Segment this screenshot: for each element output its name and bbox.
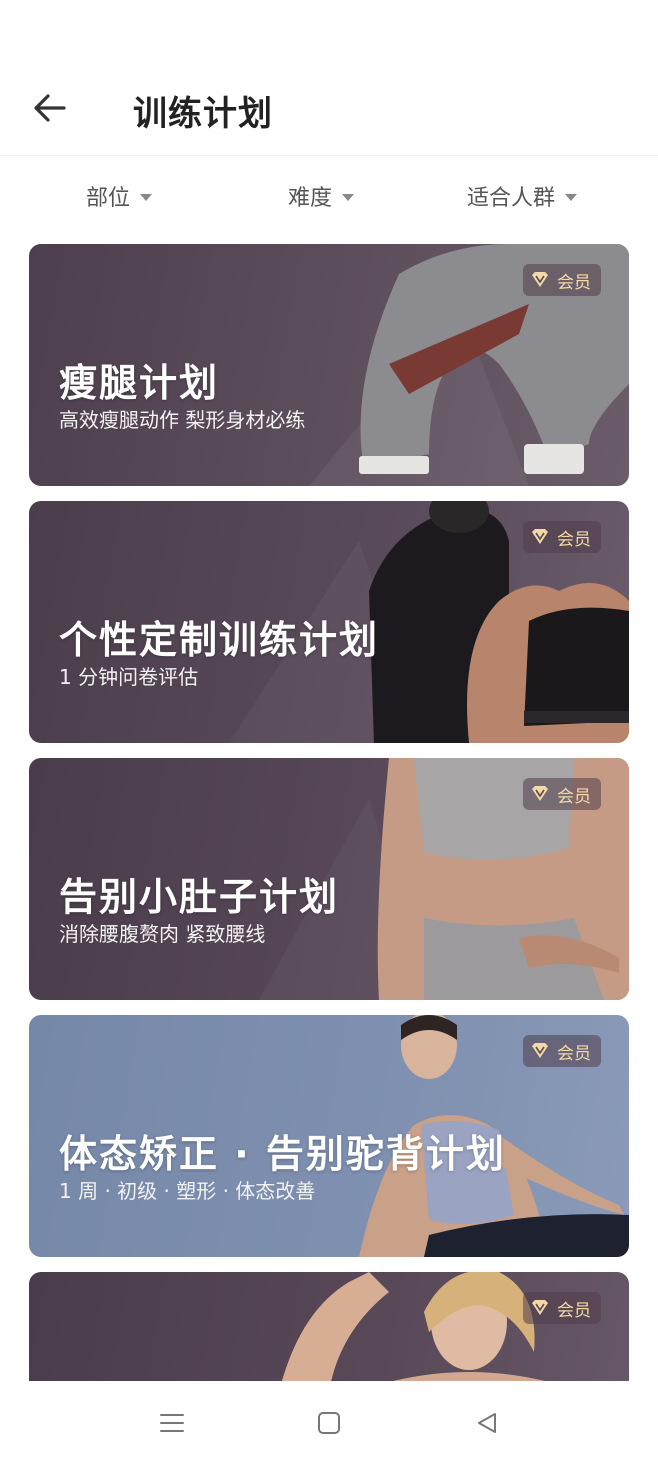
plan-card-slim-legs[interactable]: 会员 瘦腿计划 高效瘦腿动作 梨形身材必练 bbox=[29, 244, 629, 486]
plan-card-more[interactable]: 会员 bbox=[29, 1272, 629, 1381]
filter-label: 难度 bbox=[288, 186, 333, 211]
square-home-icon bbox=[318, 1412, 340, 1434]
card-title: 体态矫正 · 告别驼背计划 bbox=[59, 1132, 506, 1176]
arrow-left-icon bbox=[34, 94, 66, 122]
vip-label: 会员 bbox=[557, 1300, 591, 1321]
card-title: 瘦腿计划 bbox=[59, 361, 220, 405]
menu-button[interactable] bbox=[152, 1403, 192, 1443]
diamond-icon bbox=[532, 1300, 548, 1315]
training-plan-screen: 训练计划 部位 难度 适合人群 会员 瘦腿计划 高效瘦腿动作 梨形身材必练 会员… bbox=[0, 0, 658, 1462]
vip-badge: 会员 bbox=[523, 264, 601, 296]
diamond-icon bbox=[532, 786, 548, 801]
plan-list: 会员 瘦腿计划 高效瘦腿动作 梨形身材必练 会员 个性定制训练计划 1 分钟问卷… bbox=[29, 244, 629, 1381]
card-subtitle: 1 分钟问卷评估 bbox=[59, 665, 199, 689]
plan-card-custom[interactable]: 会员 个性定制训练计划 1 分钟问卷评估 bbox=[29, 501, 629, 743]
filter-label: 部位 bbox=[86, 186, 131, 211]
caret-down-icon bbox=[342, 193, 355, 201]
plan-card-belly[interactable]: 会员 告别小肚子计划 消除腰腹赘肉 紧致腰线 bbox=[29, 758, 629, 1000]
card-title: 告别小肚子计划 bbox=[59, 875, 340, 919]
vip-label: 会员 bbox=[557, 1043, 591, 1064]
filter-body-part[interactable]: 部位 bbox=[86, 176, 153, 216]
vip-badge: 会员 bbox=[523, 521, 601, 553]
diamond-icon bbox=[532, 272, 548, 287]
back-button[interactable] bbox=[22, 82, 78, 134]
vip-label: 会员 bbox=[557, 786, 591, 807]
vip-label: 会员 bbox=[557, 529, 591, 550]
menu-icon bbox=[160, 1414, 184, 1432]
plan-card-posture[interactable]: 会员 体态矫正 · 告别驼背计划 1 周 · 初级 · 塑形 · 体态改善 bbox=[29, 1015, 629, 1257]
home-button[interactable] bbox=[309, 1403, 349, 1443]
caret-down-icon bbox=[140, 193, 153, 201]
card-subtitle: 1 周 · 初级 · 塑形 · 体态改善 bbox=[59, 1179, 316, 1203]
card-subtitle: 消除腰腹赘肉 紧致腰线 bbox=[59, 922, 266, 946]
vip-badge: 会员 bbox=[523, 1035, 601, 1067]
vip-label: 会员 bbox=[557, 272, 591, 293]
triangle-back-icon bbox=[478, 1413, 496, 1433]
system-back-button[interactable] bbox=[467, 1403, 507, 1443]
vip-badge: 会员 bbox=[523, 1292, 601, 1324]
filter-label: 适合人群 bbox=[467, 186, 556, 211]
caret-down-icon bbox=[565, 193, 578, 201]
header: 训练计划 bbox=[0, 0, 658, 156]
filter-difficulty[interactable]: 难度 bbox=[288, 176, 355, 216]
system-nav-bar bbox=[0, 1381, 658, 1462]
page-title: 训练计划 bbox=[133, 94, 273, 134]
diamond-icon bbox=[532, 1043, 548, 1058]
woman-photo-illustration bbox=[281, 1272, 545, 1381]
diamond-icon bbox=[532, 529, 548, 544]
vip-badge: 会员 bbox=[523, 778, 601, 810]
card-subtitle: 高效瘦腿动作 梨形身材必练 bbox=[59, 408, 306, 432]
filter-bar: 部位 难度 适合人群 bbox=[0, 156, 658, 240]
card-title: 个性定制训练计划 bbox=[59, 618, 380, 662]
filter-audience[interactable]: 适合人群 bbox=[467, 176, 578, 216]
